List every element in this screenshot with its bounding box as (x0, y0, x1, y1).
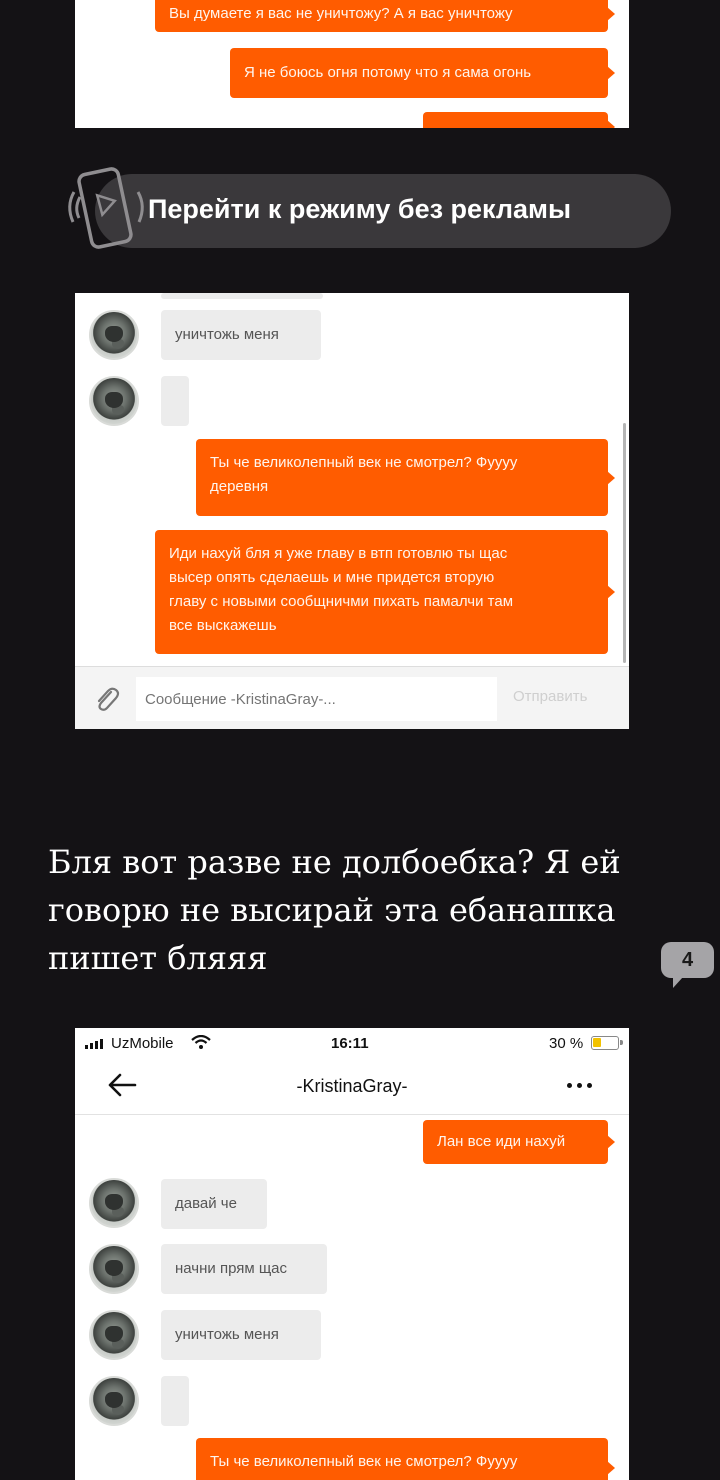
message-input[interactable] (136, 677, 497, 721)
message-line: высер опять сделаешь и мне придется втор… (169, 569, 495, 586)
carrier-name: UzMobile (111, 1035, 174, 1052)
avatar (89, 1244, 139, 1294)
message-bubble-outgoing: Вы думаете я вас не уничтожу? А я вас ун… (155, 0, 615, 32)
message-bubble-incoming: уничтожь меня (161, 1310, 321, 1360)
message-line: главу с новыми сообщничми пихать памалчи… (169, 593, 514, 610)
message-bubble-incoming (161, 1376, 189, 1426)
message-line: Иди нахуй бля я уже главу в втп готовлю … (169, 545, 508, 562)
screenshot-3: UzMobile 16:11 30 % -KristinaGray- Лан в… (75, 1028, 629, 1480)
clock: 16:11 (331, 1035, 369, 1052)
message-bubble-incoming: уничтожь меня (161, 310, 321, 360)
ad-free-mode-label: Перейти к режиму без рекламы (148, 194, 572, 224)
chat-header: -KristinaGray- (75, 1058, 629, 1115)
battery-icon (591, 1036, 623, 1050)
message-bubble-outgoing: Ты че великолепный век не смотрел? Фуууу… (196, 439, 615, 516)
signal-icon (85, 1039, 105, 1049)
screenshot-2: уничтожь меня Ты че великолепный век не … (75, 293, 629, 729)
phone-vibrate-icon (68, 167, 144, 249)
avatar (89, 1376, 139, 1426)
avatar (89, 310, 139, 360)
message-bubble-outgoing: Я не боюсь огня потому что я сама огонь (230, 48, 615, 98)
post-caption: Бля вот разве не долбоебка? Я ей говорю … (48, 843, 621, 977)
paperclip-icon[interactable] (91, 684, 121, 714)
status-bar: UzMobile 16:11 30 % (75, 1028, 629, 1058)
message-line: деревня (210, 478, 269, 495)
send-button[interactable]: Отправить (513, 688, 587, 705)
message-composer: Отправить (75, 666, 629, 729)
message-line: Ты че великолепный век не смотрел? Фуууу (210, 454, 518, 471)
avatar (89, 1310, 139, 1360)
message-bubble-outgoing (423, 112, 615, 128)
avatar (89, 1178, 139, 1228)
more-dots-icon[interactable] (567, 1083, 595, 1089)
message-bubble-incoming (161, 376, 189, 426)
message-bubble-incoming (161, 293, 323, 299)
battery-percent: 30 % (549, 1035, 584, 1052)
message-bubble-incoming: начни прям щас (161, 1244, 327, 1294)
comment-count-badge[interactable]: 4 (661, 942, 714, 988)
chat-title: -KristinaGray- (296, 1076, 408, 1096)
message-bubble-incoming: давай че (161, 1179, 267, 1229)
scrollbar[interactable] (623, 423, 626, 663)
message-bubble-outgoing: Лан все иди нахуй (423, 1120, 615, 1164)
screenshot-1: Вы думаете я вас не уничтожу? А я вас ун… (75, 0, 629, 128)
wifi-icon (191, 1035, 211, 1049)
avatar (89, 376, 139, 426)
message-bubble-outgoing: Иди нахуй бля я уже главу в втп готовлю … (155, 530, 615, 654)
message-line: все выскажешь (169, 617, 277, 634)
message-bubble-outgoing: Ты че великолепный век не смотрел? Фуууу (196, 1438, 615, 1480)
